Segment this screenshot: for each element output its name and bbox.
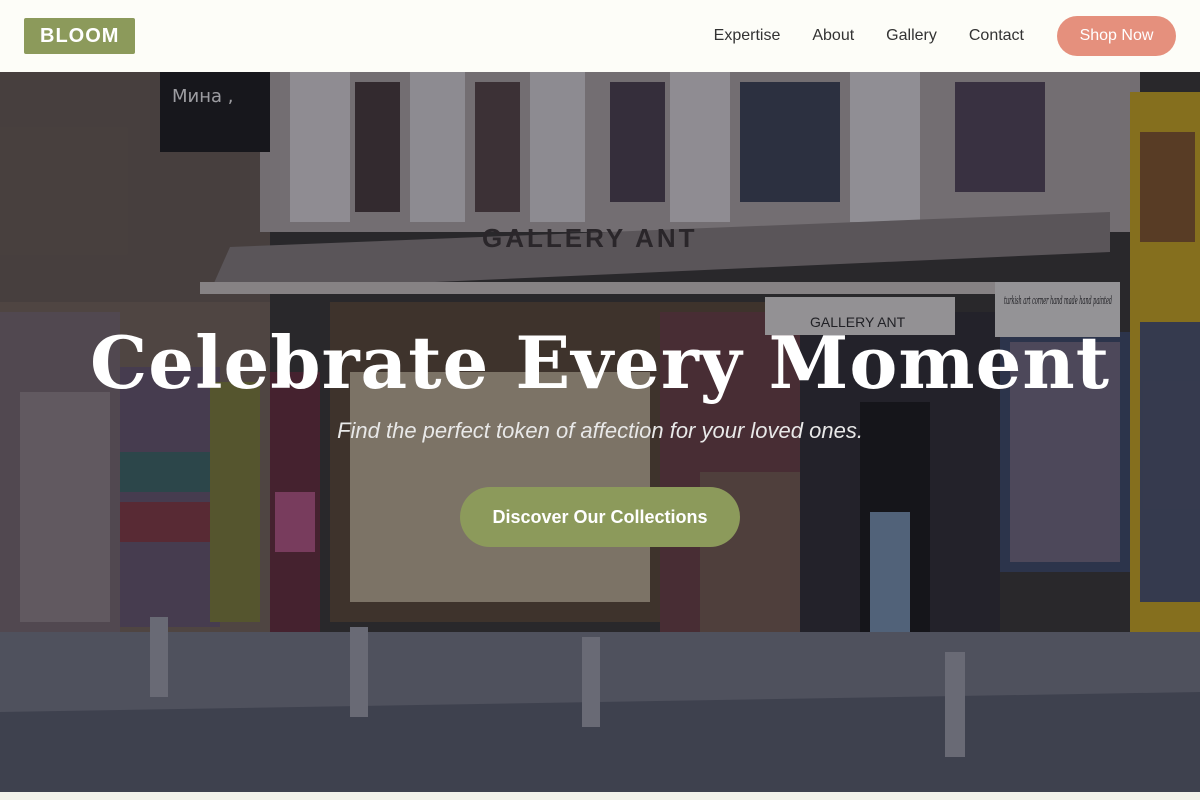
nav-about[interactable]: About — [812, 27, 854, 45]
hero-section: GALLERY ANT GALLERY ANT turkish art corn… — [0, 72, 1200, 792]
main-nav: Expertise About Gallery Contact Shop Now — [714, 16, 1176, 56]
nav-gallery[interactable]: Gallery — [886, 27, 937, 45]
discover-collections-button[interactable]: Discover Our Collections — [460, 487, 740, 547]
nav-contact[interactable]: Contact — [969, 27, 1024, 45]
page-bottom-strip — [0, 792, 1200, 800]
site-header: BLOOM Expertise About Gallery Contact Sh… — [0, 0, 1200, 72]
hero-title: Celebrate Every Moment — [89, 320, 1110, 405]
hero-subtitle: Find the perfect token of affection for … — [337, 418, 863, 443]
hero-content: Celebrate Every Moment Find the perfect … — [0, 72, 1200, 792]
logo[interactable]: BLOOM — [24, 18, 136, 54]
nav-expertise[interactable]: Expertise — [714, 27, 781, 45]
shop-now-button[interactable]: Shop Now — [1057, 16, 1176, 56]
